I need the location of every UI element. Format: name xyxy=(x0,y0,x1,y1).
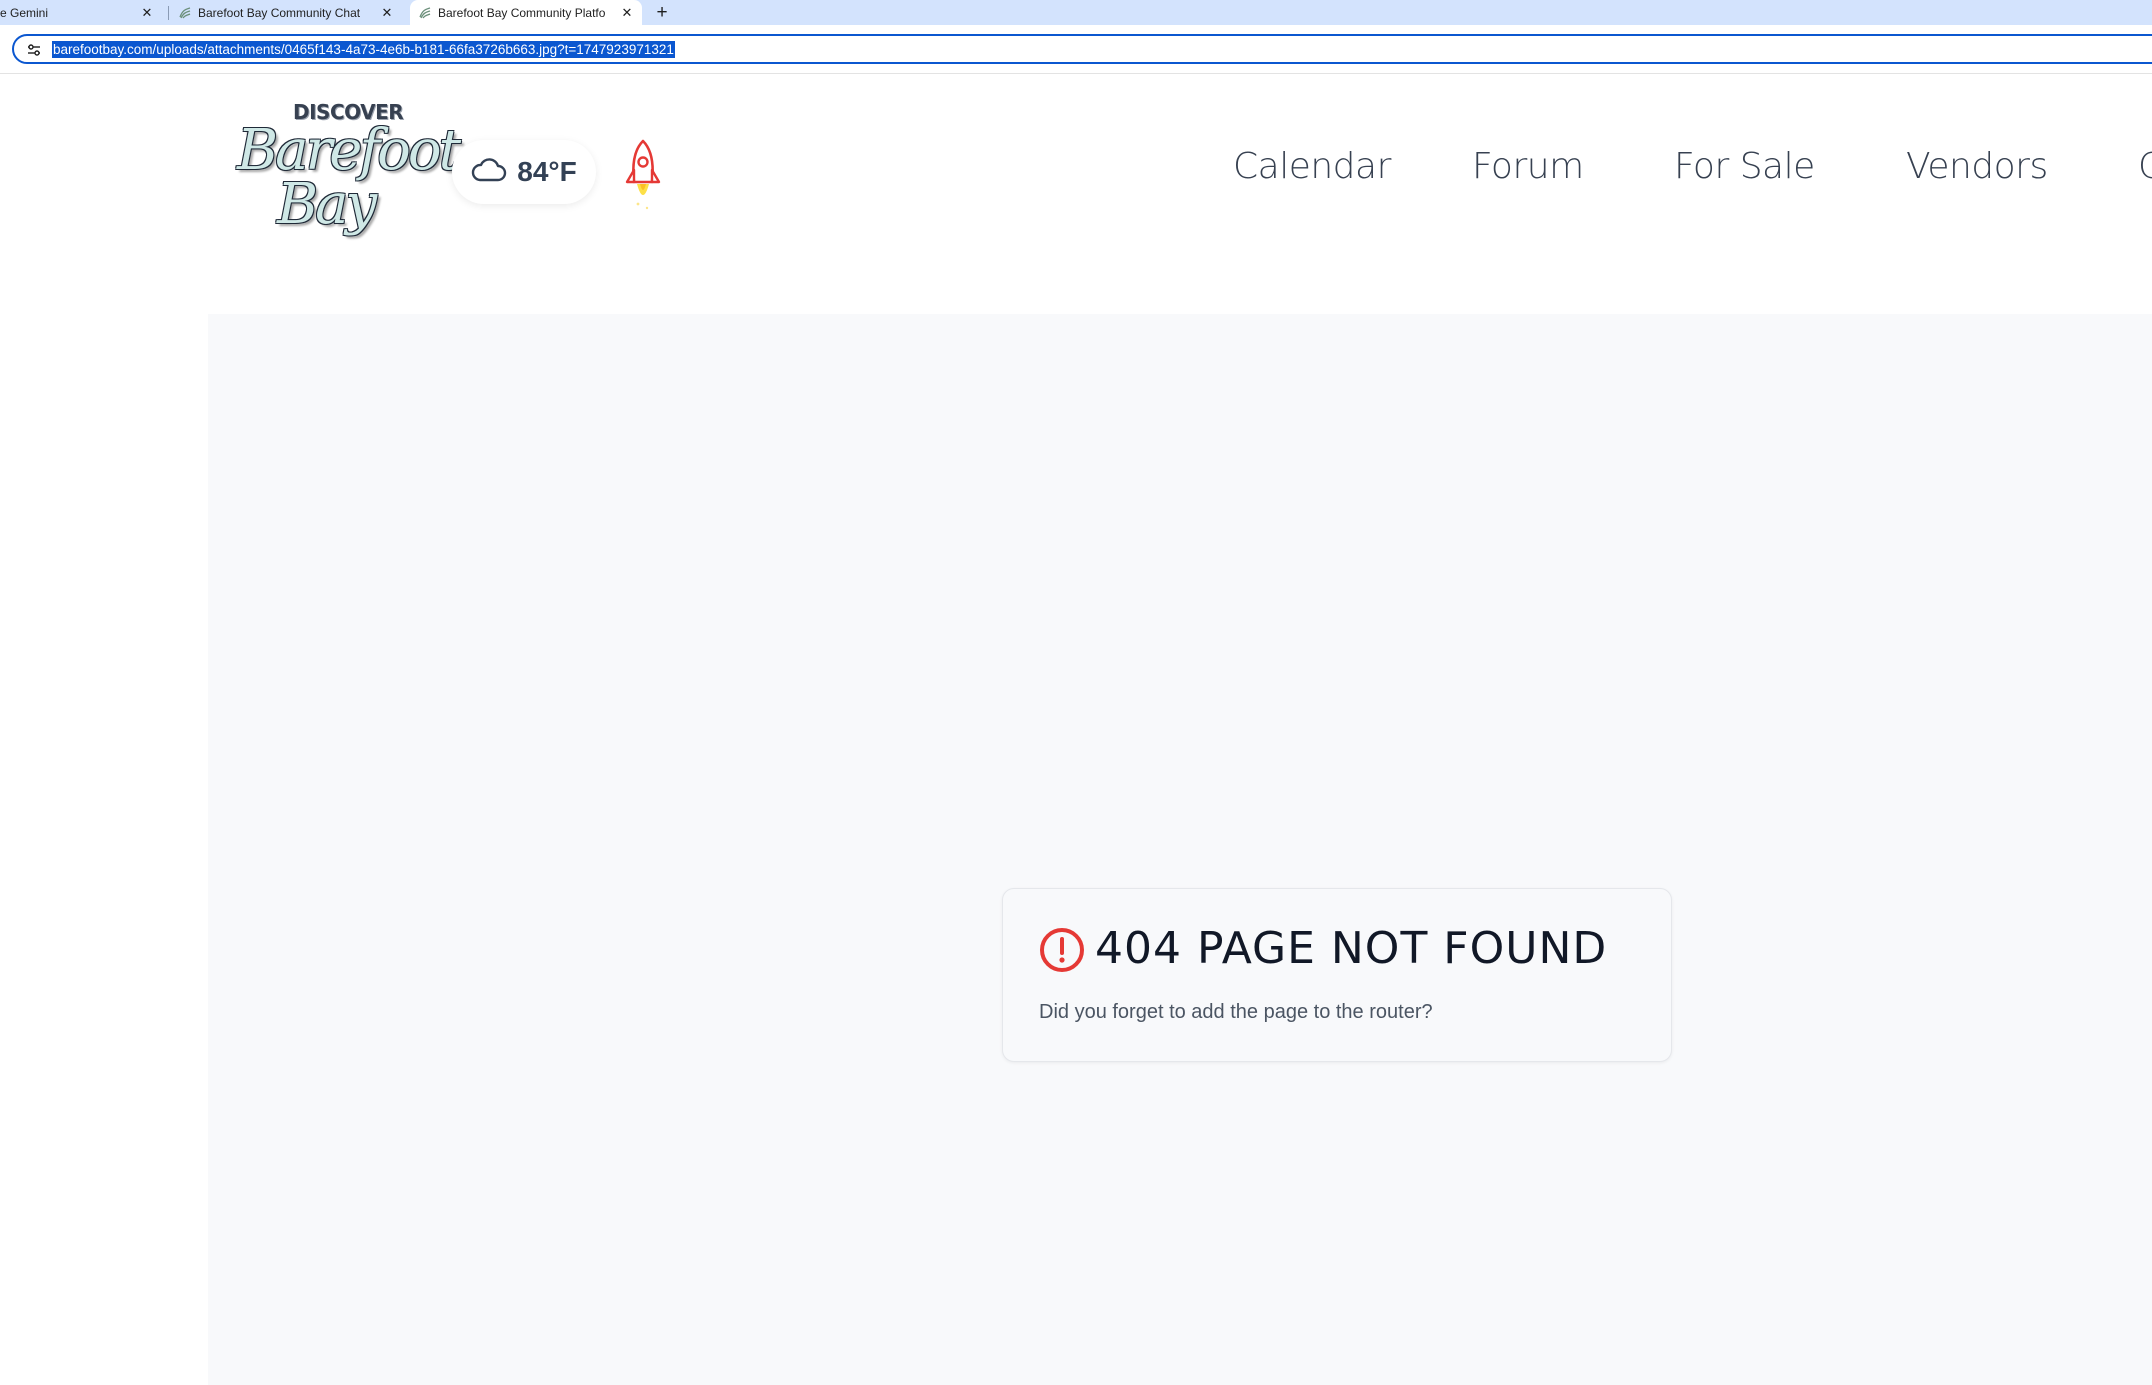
nav-item-partial[interactable]: C xyxy=(2138,146,2152,187)
alert-circle-icon xyxy=(1039,927,1085,973)
tab-title: e Gemini xyxy=(0,5,49,20)
tab-separator xyxy=(168,6,169,20)
nav-vendors[interactable]: Vendors xyxy=(1906,146,2048,187)
site-favicon-icon xyxy=(178,6,192,20)
cloud-icon xyxy=(471,157,507,188)
close-icon[interactable]: ✕ xyxy=(380,5,394,21)
new-tab-button[interactable]: + xyxy=(651,0,673,25)
close-icon[interactable]: ✕ xyxy=(140,5,154,21)
nav-calendar[interactable]: Calendar xyxy=(1233,146,1391,187)
not-found-card: 404 PAGE NOT FOUND Did you forget to add… xyxy=(1002,888,1672,1062)
logo-bay-text: Bay xyxy=(277,172,377,237)
address-bar[interactable]: barefootbay.com/uploads/attachments/0465… xyxy=(12,34,2152,64)
weather-widget[interactable]: 84°F xyxy=(452,140,596,204)
tab-title: Barefoot Bay Community Platfo xyxy=(438,5,606,20)
site-settings-icon[interactable] xyxy=(26,42,42,58)
tab-title: Barefoot Bay Community Chat xyxy=(198,5,361,20)
tab-gemini[interactable]: e Gemini ✕ xyxy=(0,0,160,25)
site-favicon-icon xyxy=(418,6,432,20)
tab-community-platform[interactable]: Barefoot Bay Community Platfo ✕ xyxy=(410,0,642,25)
error-title: 404 PAGE NOT FOUND xyxy=(1095,923,1608,974)
close-icon[interactable]: ✕ xyxy=(620,5,634,21)
nav-for-sale[interactable]: For Sale xyxy=(1674,146,1815,187)
tab-strip: e Gemini ✕ Barefoot Bay Community Chat ✕… xyxy=(0,0,2152,25)
url-text[interactable]: barefootbay.com/uploads/attachments/0465… xyxy=(52,41,675,58)
tab-community-chat[interactable]: Barefoot Bay Community Chat ✕ xyxy=(178,0,400,25)
site-logo[interactable]: DISCOVER Barefoot Bay xyxy=(235,100,461,237)
main-content: 404 PAGE NOT FOUND Did you forget to add… xyxy=(208,314,2152,1385)
rocket-icon[interactable] xyxy=(622,138,664,214)
nav-forum[interactable]: Forum xyxy=(1472,146,1584,187)
error-message: Did you forget to add the page to the ro… xyxy=(1039,1001,1433,1023)
temperature: 84°F xyxy=(517,156,577,187)
browser-toolbar: barefootbay.com/uploads/attachments/0465… xyxy=(0,25,2152,74)
